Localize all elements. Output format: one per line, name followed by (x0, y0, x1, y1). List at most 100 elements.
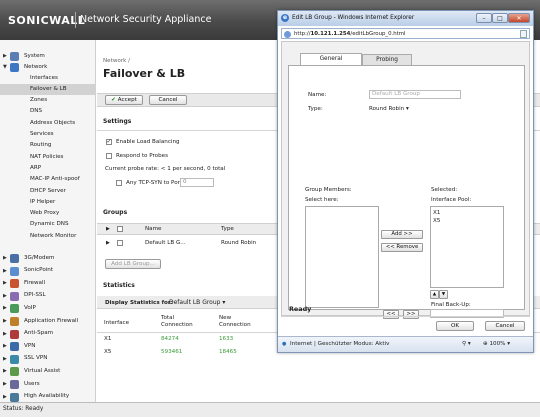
sidebar-item[interactable]: ▶ Firewall (0, 278, 96, 289)
ok-button[interactable]: OK (436, 321, 474, 331)
remove-button[interactable]: << Remove (381, 243, 423, 252)
settings-header: Settings (103, 118, 132, 125)
stats-new: 1633 (219, 336, 234, 342)
ha-icon (10, 392, 19, 402)
product-name: Network Security Appliance (80, 14, 212, 25)
address-bar[interactable]: http://10.121.1.254/editLbGroup_0.html (281, 28, 530, 39)
name-input[interactable]: Default LB Group (369, 90, 461, 99)
sidebar-subitem[interactable]: Routing (0, 141, 96, 152)
sidebar-subitem[interactable]: ARP (0, 163, 96, 174)
type-select[interactable]: Round Robin ▾ (369, 106, 409, 112)
expand-arrow-icon[interactable]: ▶ (3, 356, 7, 362)
tab-general[interactable]: General (300, 53, 362, 65)
sidebar-subitem[interactable]: Address Objects (0, 118, 96, 129)
window-title-bar[interactable]: e Edit LB Group - Windows Internet Explo… (278, 11, 533, 26)
collapse-arrow-icon[interactable]: ▼ (3, 64, 7, 70)
expand-row-icon[interactable]: ▶ (106, 240, 110, 246)
sidebar-subitem[interactable]: NAT Policies (0, 152, 96, 163)
port-input[interactable]: 0 (180, 178, 214, 187)
sidebar-item[interactable]: ▶ 3G/Modem (0, 253, 96, 264)
expand-arrow-icon[interactable]: ▶ (3, 293, 7, 299)
modem-icon (10, 254, 19, 263)
list-item[interactable]: X1 (433, 210, 440, 216)
sidebar-subitem[interactable]: Zones (0, 96, 96, 107)
zoom-control[interactable]: ⊕ 100% ▾ (483, 341, 510, 347)
sidebar-item[interactable]: ▶ Virtual Assist (0, 366, 96, 377)
sidebar-subitem[interactable]: DNS (0, 107, 96, 118)
sidebar-item[interactable]: ▶ SonicPoint (0, 266, 96, 277)
sidebar-subitem-label: Address Objects (30, 119, 76, 126)
enable-lb-label: Enable Load Balancing (116, 139, 180, 145)
row-checkbox[interactable] (117, 240, 123, 246)
sidebar-item-system[interactable]: ▶ System (0, 51, 96, 62)
probe-rate-text: Current probe rate: < 1 per second, 0 to… (105, 166, 226, 172)
selected-interfaces-list[interactable]: X1 X5 (430, 206, 504, 288)
expand-arrow-icon[interactable]: ▶ (3, 305, 7, 311)
expand-arrow-icon[interactable]: ▶ (3, 381, 7, 387)
sidebar-subitem[interactable]: Interfaces (0, 73, 96, 84)
move-down-button[interactable]: ▼ (439, 290, 448, 299)
sidebar-subitem[interactable]: Network Monitor (0, 231, 96, 242)
expand-arrow-icon[interactable]: ▶ (3, 394, 7, 400)
close-button[interactable]: ✕ (508, 13, 530, 23)
sidebar-item[interactable]: ▶ High Availability (0, 392, 96, 403)
sidebar-item-label: High Availability (24, 393, 70, 400)
sidebar-item[interactable]: ▶ Anti-Spam (0, 329, 96, 340)
stats-interface: X5 (104, 349, 112, 355)
expand-arrow-icon[interactable]: ▶ (3, 280, 7, 286)
dialog-cancel-button[interactable]: Cancel (485, 321, 525, 331)
sidebar-subitem[interactable]: Dynamic DNS (0, 220, 96, 231)
dialog-footer: Ready OK Cancel (281, 301, 530, 335)
expand-arrow-icon[interactable]: ▶ (3, 318, 7, 324)
cancel-button[interactable]: Cancel (149, 95, 187, 105)
sidebar-subitem-label: Interfaces (30, 74, 58, 81)
page-title: Failover & LB (103, 67, 186, 80)
accept-label: Accept (117, 97, 137, 103)
expand-all-icon[interactable]: ▶ (106, 226, 110, 232)
display-stats-select[interactable]: Default LB Group ▾ (169, 299, 225, 306)
status-bar: Status: Ready (0, 402, 540, 417)
sidebar-item[interactable]: ▶ VPN (0, 341, 96, 352)
add-button[interactable]: Add >> (381, 230, 423, 239)
sidebar-subitem[interactable]: Services (0, 130, 96, 141)
group-name: Default LB G... (145, 240, 186, 246)
sidebar-subitem[interactable]: DHCP Server (0, 186, 96, 197)
window-title: Edit LB Group - Windows Internet Explore… (292, 15, 415, 21)
accept-button[interactable]: ✔ Accept (105, 95, 143, 105)
sidebar-item-network[interactable]: ▼ Network (0, 62, 96, 73)
sidebar-item[interactable]: ▶ Users (0, 379, 96, 390)
respond-probes-checkbox[interactable] (106, 153, 112, 159)
minimize-button[interactable]: – (476, 13, 492, 23)
tab-probing[interactable]: Probing (362, 54, 412, 65)
maximize-button[interactable]: □ (492, 13, 508, 23)
table-row: X1 84274 1633 (97, 336, 297, 346)
sidebar-subitem[interactable]: MAC-IP Anti-spoof (0, 175, 96, 186)
sidebar-subitem[interactable]: Failover & LB (0, 84, 96, 96)
sidebar-subitem-label: Failover & LB (30, 85, 67, 92)
expand-arrow-icon[interactable]: ▶ (3, 368, 7, 374)
expand-arrow-icon[interactable]: ▶ (3, 53, 7, 59)
list-item[interactable]: X5 (433, 218, 440, 224)
sidebar-subitem[interactable]: IP Helper (0, 197, 96, 208)
expand-arrow-icon[interactable]: ▶ (3, 268, 7, 274)
sidebar-subitem-label: Routing (30, 142, 52, 149)
add-lb-group-button[interactable]: Add LB Group... (105, 259, 161, 269)
sidebar-item[interactable]: ▶ VoIP (0, 303, 96, 314)
protected-mode-icon[interactable]: ⚲ ▾ (462, 341, 471, 347)
expand-arrow-icon[interactable]: ▶ (3, 255, 7, 261)
select-all-checkbox[interactable] (117, 226, 123, 232)
sidebar-item-label: DPI-SSL (24, 292, 46, 299)
any-tcp-syn-label: Any TCP-SYN to Port (126, 180, 183, 186)
any-tcp-syn-checkbox[interactable] (116, 180, 122, 186)
users-icon (10, 380, 19, 389)
expand-arrow-icon[interactable]: ▶ (3, 331, 7, 337)
move-up-button[interactable]: ▲ (430, 290, 439, 299)
available-interfaces-list[interactable] (305, 206, 379, 308)
expand-arrow-icon[interactable]: ▶ (3, 343, 7, 349)
sidebar-item[interactable]: ▶ DPI-SSL (0, 291, 96, 302)
sidebar-item[interactable]: ▶ SSL VPN (0, 354, 96, 365)
sidebar-subitem[interactable]: Web Proxy (0, 209, 96, 220)
col-new-connection: New Connection (219, 315, 251, 328)
sidebar-item[interactable]: ▶ Application Firewall (0, 316, 96, 327)
enable-lb-checkbox[interactable] (106, 138, 112, 145)
